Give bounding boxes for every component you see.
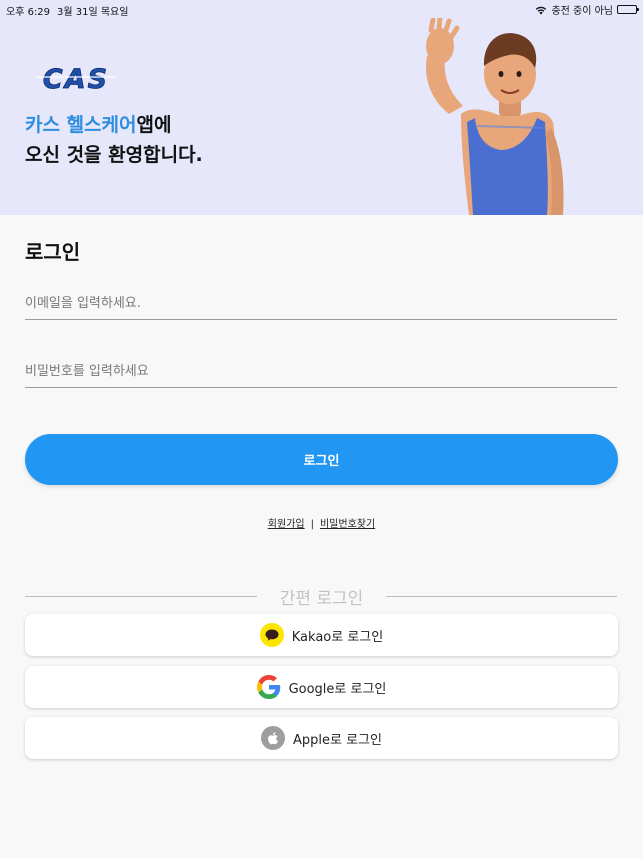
google-login-button[interactable]: Google로 로그인: [25, 666, 618, 708]
battery-icon: [617, 5, 639, 14]
apple-login-button[interactable]: Apple로 로그인: [25, 717, 618, 759]
signup-link[interactable]: 회원가입: [268, 519, 305, 530]
welcome-line-2: 오신 것을 환영합니다.: [25, 144, 203, 166]
apple-login-label: Apple로 로그인: [293, 732, 382, 748]
hero-banner: 오후 6:29 3월 31일 목요일 충전 중이 아님 CAS 카스 헬스케어앱…: [0, 0, 643, 215]
welcome-suffix: 앱에: [136, 114, 172, 136]
kakao-login-button[interactable]: Kakao로 로그인: [25, 614, 618, 656]
status-bar: 오후 6:29 3월 31일 목요일 충전 중이 아님: [0, 0, 643, 18]
waving-character-illustration: [425, 18, 564, 215]
link-separator: |: [310, 519, 314, 530]
login-button-label: 로그인: [303, 454, 340, 469]
kakao-login-label: Kakao로 로그인: [291, 629, 384, 645]
easy-login-label: 간편 로그인: [279, 589, 364, 609]
status-time: 오후 6:29: [6, 7, 51, 18]
email-input[interactable]: [25, 288, 617, 320]
apple-icon: [261, 726, 285, 750]
wifi-icon: [536, 6, 547, 14]
login-button[interactable]: 로그인: [25, 434, 618, 485]
login-title: 로그인: [25, 240, 81, 264]
google-login-label: Google로 로그인: [288, 681, 387, 697]
kakao-icon: [259, 623, 284, 647]
welcome-app-name: 카스 헬스케어: [25, 114, 137, 136]
battery-status-text: 충전 중이 아님: [551, 6, 613, 17]
welcome-message: 카스 헬스케어앱에 오신 것을 환영합니다.: [25, 110, 203, 170]
status-right: 충전 중이 아님: [535, 2, 639, 17]
cas-logo: CAS: [36, 64, 116, 92]
google-icon: [256, 675, 281, 699]
find-password-link[interactable]: 비밀번호찾기: [320, 519, 375, 530]
status-date: 3월 31일 목요일: [57, 7, 129, 18]
password-input[interactable]: [25, 356, 617, 388]
account-links: 회원가입 | 비밀번호찾기: [0, 515, 643, 530]
